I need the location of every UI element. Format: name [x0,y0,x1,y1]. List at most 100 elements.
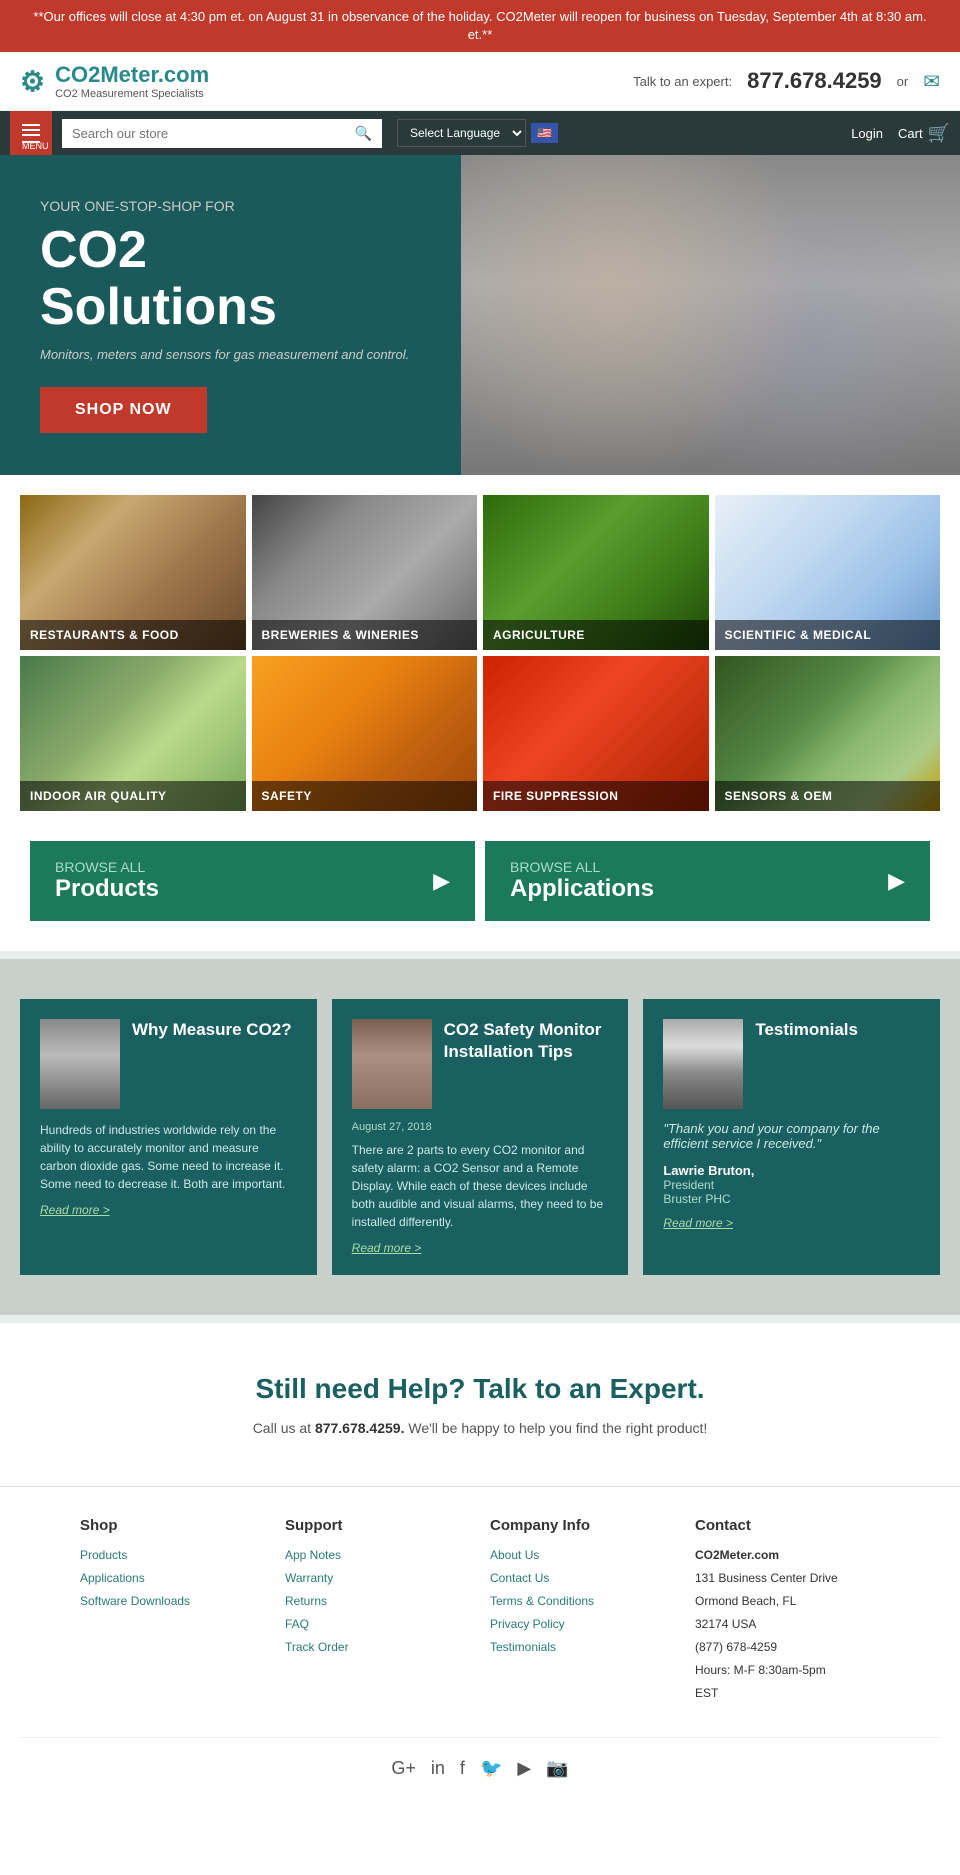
footer-link-app-notes[interactable]: App Notes [285,1546,470,1564]
footer-col-support: Support App Notes Warranty Returns FAQ T… [285,1517,470,1707]
testimonial-quote: "Thank you and your company for the effi… [663,1121,920,1151]
help-phone[interactable]: 877.678.4259. [315,1420,405,1436]
footer-col-contact: Contact CO2Meter.com 131 Business Center… [695,1517,880,1707]
hamburger-line [22,129,40,131]
category-card-scientific[interactable]: SCIENTIFIC & MEDICAL [715,495,941,650]
avatar-woman [40,1019,120,1109]
search-input[interactable] [62,119,345,148]
talk-text: Talk to an expert: [633,74,732,89]
phone-number[interactable]: 877.678.4259 [747,68,882,94]
category-label-safety: SAFETY [252,781,478,811]
hamburger-line [22,124,40,126]
info-card-why-co2-body: Hundreds of industries worldwide rely on… [40,1121,297,1193]
footer-link-returns[interactable]: Returns [285,1592,470,1610]
footer: Shop Products Applications Software Down… [0,1486,960,1809]
search-button[interactable]: 🔍 [345,119,382,148]
footer-address: 131 Business Center Drive [695,1569,880,1587]
help-section: Still need Help? Talk to an Expert. Call… [0,1323,960,1486]
browse-section: BROWSE ALL Products ▶ BROWSE ALL Applica… [0,831,960,951]
follow-text: We'll be happy to help you find the righ… [408,1420,707,1436]
category-card-agriculture[interactable]: AGRICULTURE [483,495,709,650]
logo-area[interactable]: ⚙ CO2Meter.com CO2 Measurement Specialis… [20,62,209,100]
social-instagram[interactable]: 📷 [546,1758,568,1778]
testimonial-position: President [663,1178,920,1192]
hero-title: CO2Solutions [40,222,421,336]
info-card-safety-monitor: CO2 Safety Monitor Installation Tips Aug… [332,999,629,1275]
social-linkedin[interactable]: in [431,1758,445,1778]
email-icon[interactable]: ✉ [923,69,940,94]
logo-block: CO2Meter.com CO2 Measurement Specialists [55,62,209,100]
login-button[interactable]: Login [851,126,883,141]
category-card-fire[interactable]: FIRE SUPPRESSION [483,656,709,811]
category-card-sensors[interactable]: SENSORS & OEM [715,656,941,811]
footer-company-name: CO2Meter.com [695,1546,880,1564]
info-card-why-co2: Why Measure CO2? Hundreds of industries … [20,999,317,1275]
social-googleplus[interactable]: G+ [391,1758,416,1778]
hero-visual [461,155,960,475]
category-card-breweries[interactable]: BREWERIES & WINERIES [252,495,478,650]
footer-city: Ormond Beach, FL [695,1592,880,1610]
category-section: RESTAURANTS & FOOD BREWERIES & WINERIES … [0,475,960,831]
hero-description: Monitors, meters and sensors for gas mea… [40,347,421,362]
footer-shop-heading: Shop [80,1517,265,1534]
footer-contact-heading: Contact [695,1517,880,1534]
logo-sub: CO2 Measurement Specialists [55,88,209,100]
footer-zip: 32174 USA [695,1615,880,1633]
browse-products-button[interactable]: BROWSE ALL Products ▶ [30,841,475,921]
footer-timezone: EST [695,1684,880,1702]
footer-link-contact-us[interactable]: Contact Us [490,1569,675,1587]
avatar-man [352,1019,432,1109]
footer-link-faq[interactable]: FAQ [285,1615,470,1633]
footer-link-track-order[interactable]: Track Order [285,1638,470,1656]
navbar: MENU 🔍 Select Language 🇺🇸 Login Cart 🛒 [0,111,960,155]
footer-link-privacy[interactable]: Privacy Policy [490,1615,675,1633]
browse-products-text: BROWSE ALL Products [55,859,159,903]
category-label-restaurants: RESTAURANTS & FOOD [20,620,246,650]
category-card-safety[interactable]: SAFETY [252,656,478,811]
footer-link-warranty[interactable]: Warranty [285,1569,470,1587]
footer-phone[interactable]: (877) 678-4259 [695,1638,880,1656]
info-section: Why Measure CO2? Hundreds of industries … [0,959,960,1315]
category-card-indoor[interactable]: INDOOR AIR QUALITY [20,656,246,811]
info-cards-grid: Why Measure CO2? Hundreds of industries … [20,999,940,1275]
hamburger-line [22,134,40,136]
social-twitter[interactable]: 🐦 [480,1758,502,1778]
header: ⚙ CO2Meter.com CO2 Measurement Specialis… [0,52,960,111]
info-card-safety-title-area: CO2 Safety Monitor Installation Tips [444,1019,609,1109]
footer-hours: Hours: M-F 8:30am-5pm [695,1661,880,1679]
social-youtube[interactable]: ▶ [517,1758,531,1778]
category-label-fire: FIRE SUPPRESSION [483,781,709,811]
footer-link-terms[interactable]: Terms & Conditions [490,1592,675,1610]
section-divider-2 [0,1315,960,1323]
read-more-safety[interactable]: Read more > [352,1241,609,1255]
footer-link-testimonials[interactable]: Testimonials [490,1638,675,1656]
shop-now-button[interactable]: SHOP NOW [40,387,207,433]
category-card-restaurants[interactable]: RESTAURANTS & FOOD [20,495,246,650]
browse-all-label-applications: BROWSE ALL [510,859,654,875]
category-grid: RESTAURANTS & FOOD BREWERIES & WINERIES … [20,495,940,811]
browse-all-label-products: BROWSE ALL [55,859,159,875]
language-select[interactable]: Select Language [397,119,526,147]
cart-button[interactable]: Cart 🛒 [898,123,950,144]
footer-link-software-downloads[interactable]: Software Downloads [80,1592,265,1610]
footer-link-products[interactable]: Products [80,1546,265,1564]
top-banner: **Our offices will close at 4:30 pm et. … [0,0,960,52]
read-more-testimonials[interactable]: Read more > [663,1216,920,1230]
browse-applications-button[interactable]: BROWSE ALL Applications ▶ [485,841,930,921]
info-card-safety-title: CO2 Safety Monitor Installation Tips [444,1019,609,1063]
info-card-safety-body: There are 2 parts to every CO2 monitor a… [352,1141,609,1231]
cart-label: Cart [898,126,923,141]
footer-support-heading: Support [285,1517,470,1534]
footer-link-applications[interactable]: Applications [80,1569,265,1587]
info-card-testimonials-header: Testimonials [663,1019,920,1109]
info-card-safety-header: CO2 Safety Monitor Installation Tips [352,1019,609,1109]
category-label-indoor: INDOOR AIR QUALITY [20,781,246,811]
or-text: or [897,74,909,89]
info-card-safety-date: August 27, 2018 [352,1121,609,1133]
footer-link-about-us[interactable]: About Us [490,1546,675,1564]
testimonial-company: Bruster PHC [663,1192,920,1206]
nav-right: Login Cart 🛒 [851,123,950,144]
social-facebook[interactable]: f [460,1758,465,1778]
menu-button[interactable]: MENU [10,111,52,155]
read-more-why-co2[interactable]: Read more > [40,1203,297,1217]
